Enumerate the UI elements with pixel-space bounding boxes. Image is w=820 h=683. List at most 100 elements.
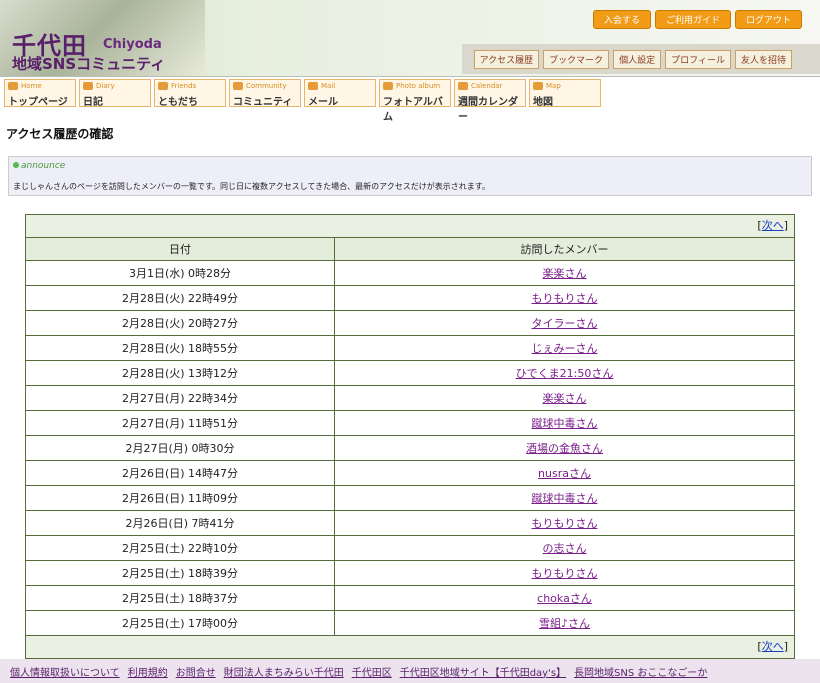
top-links: 入会する ご利用ガイド ログアウト	[592, 10, 802, 29]
announce-tag: announce	[13, 161, 65, 171]
access-date: 3月1日(水) 0時28分	[26, 260, 335, 286]
member-link[interactable]: 楽楽さん	[543, 392, 587, 405]
table-row: 2月27日(月) 22時34分 楽楽さん	[26, 385, 794, 411]
footer-link-terms[interactable]: 利用規約	[128, 664, 168, 679]
access-date: 2月25日(土) 17時00分	[26, 610, 335, 636]
nav-en-label: Diary	[96, 82, 115, 90]
site-logo[interactable]: 千代田 Chiyoda 地域SNSコミュニティ	[0, 0, 205, 76]
nav-friends[interactable]: Friends ともだち	[154, 79, 226, 108]
table-row: 2月25日(土) 17時00分 雪組♪さん	[26, 610, 794, 636]
next-page-link[interactable]: 次へ	[762, 219, 784, 232]
member-link[interactable]: 酒場の金魚さん	[526, 442, 603, 455]
member-link[interactable]: chokaさん	[537, 592, 592, 605]
nav-en-label: Mail	[321, 82, 336, 90]
table-row: 2月25日(土) 18時39分 もりもりさん	[26, 560, 794, 586]
member-link[interactable]: 蹴球中毒さん	[532, 492, 598, 505]
logout-button[interactable]: ログアウト	[734, 10, 802, 29]
invite-friend-link[interactable]: 友人を招待	[734, 50, 792, 69]
join-button[interactable]: 入会する	[592, 10, 651, 29]
footer-link-ward[interactable]: 千代田区	[352, 664, 392, 679]
access-date: 2月25日(土) 18時37分	[26, 585, 335, 611]
access-table: 日付 訪問したメンバー 3月1日(水) 0時28分 楽楽さん 2月28日(火) 22…	[26, 237, 794, 636]
nav-map[interactable]: Map 地図	[529, 79, 601, 108]
member-link[interactable]: 楽楽さん	[543, 267, 587, 280]
nav-jp-label: フォトアルバム	[383, 97, 443, 123]
member-link[interactable]: タイラーさん	[532, 317, 598, 330]
next-page-link[interactable]: 次へ	[762, 640, 784, 653]
access-date: 2月28日(火) 18時55分	[26, 335, 335, 361]
nav-en-label: Friends	[171, 82, 197, 90]
member-cell: もりもりさん	[334, 285, 794, 311]
member-link[interactable]: nusraさん	[538, 467, 591, 480]
footer-link-privacy[interactable]: 個人情報取扱いについて	[10, 664, 120, 679]
nav-jp-label: コミュニティ	[233, 97, 293, 108]
table-row: 2月27日(月) 0時30分 酒場の金魚さん	[26, 435, 794, 461]
profile-link[interactable]: プロフィール	[665, 50, 731, 69]
access-date: 2月28日(火) 20時27分	[26, 310, 335, 336]
pager-top: [次へ]	[26, 215, 794, 237]
site-header: 千代田 Chiyoda 地域SNSコミュニティ 入会する ご利用ガイド ログアウ…	[0, 0, 820, 77]
footer-link-foundation[interactable]: 財団法人まちみらい千代田	[224, 664, 344, 679]
table-row: 2月28日(火) 22時49分 もりもりさん	[26, 285, 794, 311]
pager-bottom: [次へ]	[26, 636, 794, 658]
sub-links: アクセス履歴 ブックマーク 個人設定 プロフィール 友人を招待	[473, 50, 792, 69]
table-row: 2月26日(日) 11時09分 蹴球中毒さん	[26, 485, 794, 511]
member-cell: の志さん	[334, 535, 794, 561]
member-cell: 雪組♪さん	[334, 610, 794, 636]
member-link[interactable]: じぇみーさん	[532, 342, 598, 355]
pager-bracket: ]	[783, 640, 788, 653]
access-history-link[interactable]: アクセス履歴	[473, 50, 540, 69]
nav-mail[interactable]: Mail メール	[304, 79, 376, 108]
community-icon	[233, 82, 243, 90]
column-header-date: 日付	[26, 237, 335, 261]
member-cell: じぇみーさん	[334, 335, 794, 361]
diary-icon	[83, 82, 93, 90]
member-link[interactable]: の志さん	[543, 542, 587, 555]
table-row: 2月28日(火) 18時55分 じぇみーさん	[26, 335, 794, 361]
announce-icon	[13, 162, 19, 168]
member-cell: 蹴球中毒さん	[334, 410, 794, 436]
bookmark-link[interactable]: ブックマーク	[543, 50, 610, 69]
member-cell: 蹴球中毒さん	[334, 485, 794, 511]
member-cell: タイラーさん	[334, 310, 794, 336]
home-icon	[8, 82, 18, 90]
table-row: 2月27日(月) 11時51分 蹴球中毒さん	[26, 410, 794, 436]
settings-link[interactable]: 個人設定	[613, 50, 662, 69]
access-date: 2月25日(土) 18時39分	[26, 560, 335, 586]
nav-jp-label: トップページ	[8, 97, 68, 108]
nav-en-label: Calendar	[471, 82, 503, 90]
footer-link-local-site[interactable]: 千代田区地域サイト【千代田day's】	[400, 664, 566, 679]
member-link[interactable]: 蹴球中毒さん	[532, 417, 598, 430]
member-link[interactable]: ひでくま21:50さん	[516, 367, 614, 380]
access-date: 2月26日(日) 11時09分	[26, 485, 335, 511]
table-row: 3月1日(水) 0時28分 楽楽さん	[26, 260, 794, 286]
member-cell: もりもりさん	[334, 560, 794, 586]
nav-home[interactable]: Home トップページ	[4, 79, 76, 108]
access-date: 2月26日(日) 7時41分	[26, 510, 335, 536]
nav-photo-album[interactable]: Photo album フォトアルバム	[379, 79, 451, 123]
member-cell: 楽楽さん	[334, 385, 794, 411]
announce-tag-label: announce	[21, 161, 66, 171]
member-link[interactable]: もりもりさん	[532, 292, 598, 305]
nav-calendar[interactable]: Calendar 週間カレンダー	[454, 79, 526, 123]
member-cell: chokaさん	[334, 585, 794, 611]
nav-diary[interactable]: Diary 日記	[79, 79, 151, 108]
nav-en-label: Photo album	[396, 82, 441, 90]
nav-community[interactable]: Community コミュニティ	[229, 79, 301, 108]
member-link[interactable]: もりもりさん	[532, 517, 598, 530]
access-history-list: [次へ] 日付 訪問したメンバー 3月1日(水) 0時28分 楽楽さん 2月28日(…	[25, 214, 795, 659]
main-nav: Home トップページ Diary 日記 Friends ともだち Community…	[0, 77, 820, 123]
table-row: 2月25日(土) 18時37分 chokaさん	[26, 585, 794, 611]
member-link[interactable]: 雪組♪さん	[539, 617, 590, 630]
access-date: 2月25日(土) 22時10分	[26, 535, 335, 561]
access-date: 2月28日(火) 22時49分	[26, 285, 335, 311]
nav-en-label: Home	[21, 82, 42, 90]
member-cell: もりもりさん	[334, 510, 794, 536]
nav-en-label: Map	[546, 82, 561, 90]
access-date: 2月27日(月) 22時34分	[26, 385, 335, 411]
footer-link-nagaoka-sns[interactable]: 長岡地域SNS おここなごーか	[574, 664, 707, 679]
guide-button[interactable]: ご利用ガイド	[654, 10, 731, 29]
footer-link-contact[interactable]: お問合せ	[176, 664, 216, 679]
table-row: 2月28日(火) 20時27分 タイラーさん	[26, 310, 794, 336]
member-link[interactable]: もりもりさん	[532, 567, 598, 580]
